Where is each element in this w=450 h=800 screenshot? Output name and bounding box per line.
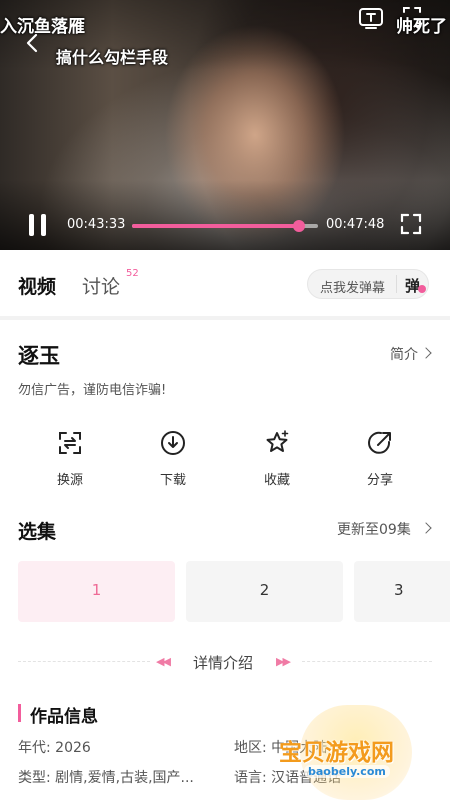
danmu-placeholder: 点我发弹幕	[320, 281, 386, 296]
episode-number: 1	[91, 581, 102, 599]
share-button[interactable]: 分享	[340, 425, 420, 495]
danmu-input[interactable]: 点我发弹幕 弹	[307, 269, 429, 299]
section-divider	[0, 316, 450, 320]
show-title: 逐玉	[18, 344, 60, 368]
total-time: 00:47:48	[326, 217, 385, 232]
danmu-status-dot	[418, 285, 426, 293]
video-player[interactable]: 入沉鱼落雁 帅死了 搞什么勾栏手段 00:43:33 00:47:48	[0, 0, 450, 250]
episode-item[interactable]: 3	[354, 561, 450, 622]
danmu-toggle-button[interactable]: 弹	[405, 275, 420, 296]
switch-source-icon	[59, 432, 81, 454]
action-label: 收藏	[263, 473, 290, 488]
back-icon[interactable]	[22, 32, 44, 54]
download-button[interactable]: 下载	[133, 425, 213, 495]
meta-genre: 类型: 剧情,爱情,古装,国产...	[18, 770, 194, 786]
tab-bar: 视频 讨论 52 点我发弹幕 弹	[0, 250, 450, 316]
download-icon	[161, 431, 185, 455]
progress-bar[interactable]	[132, 220, 318, 232]
arrow-left-icon: ◀◀	[156, 655, 171, 668]
episode-item[interactable]: 1	[18, 561, 175, 622]
section-accent-bar	[18, 704, 21, 722]
meta-year: 年代: 2026	[18, 740, 91, 756]
comments-count-badge: 52	[126, 268, 139, 279]
episode-number: 3	[394, 581, 404, 599]
divider	[302, 661, 432, 663]
details-intro-link[interactable]: 详情介绍	[193, 652, 253, 673]
watermark-url: baobely.com	[304, 765, 390, 778]
tab-comments[interactable]: 讨论	[82, 272, 120, 299]
tab-video[interactable]: 视频	[18, 272, 56, 299]
divider	[18, 661, 150, 663]
action-label: 换源	[56, 473, 83, 488]
pause-icon[interactable]	[26, 214, 50, 236]
tv-cast-icon[interactable]	[358, 6, 384, 30]
fullscreen-icon[interactable]	[400, 213, 422, 235]
switch-source-button[interactable]: 换源	[30, 425, 110, 495]
work-info-heading: 作品信息	[30, 707, 98, 727]
share-icon	[368, 431, 391, 454]
episodes-heading: 选集	[18, 521, 57, 543]
fraud-notice: 勿信广告，谨防电信诈骗!	[18, 383, 167, 398]
current-time: 00:43:33	[67, 217, 126, 232]
intro-link[interactable]: 简介	[390, 344, 418, 364]
pause-bar	[41, 214, 46, 236]
star-icon	[266, 430, 289, 452]
episode-number: 2	[259, 581, 270, 599]
episode-item[interactable]: 2	[186, 561, 343, 622]
bottom-shade	[0, 180, 450, 250]
pause-bar	[29, 214, 34, 236]
chevron-right-icon	[420, 522, 432, 534]
episodes-update-link[interactable]: 更新至09集	[337, 519, 411, 539]
action-label: 分享	[366, 473, 393, 488]
progress-fill	[132, 224, 300, 228]
watermark-text: 宝贝游戏网	[279, 740, 394, 766]
share-icon[interactable]	[400, 6, 424, 28]
video-title: 搞什么勾栏手段	[56, 48, 169, 67]
chevron-right-icon	[420, 347, 432, 359]
action-label: 下载	[159, 473, 186, 488]
divider	[396, 275, 397, 293]
action-row: 换源 下载 收藏 分享	[0, 425, 450, 495]
favorite-button[interactable]: 收藏	[237, 425, 317, 495]
arrow-right-icon: ▶▶	[276, 655, 291, 668]
